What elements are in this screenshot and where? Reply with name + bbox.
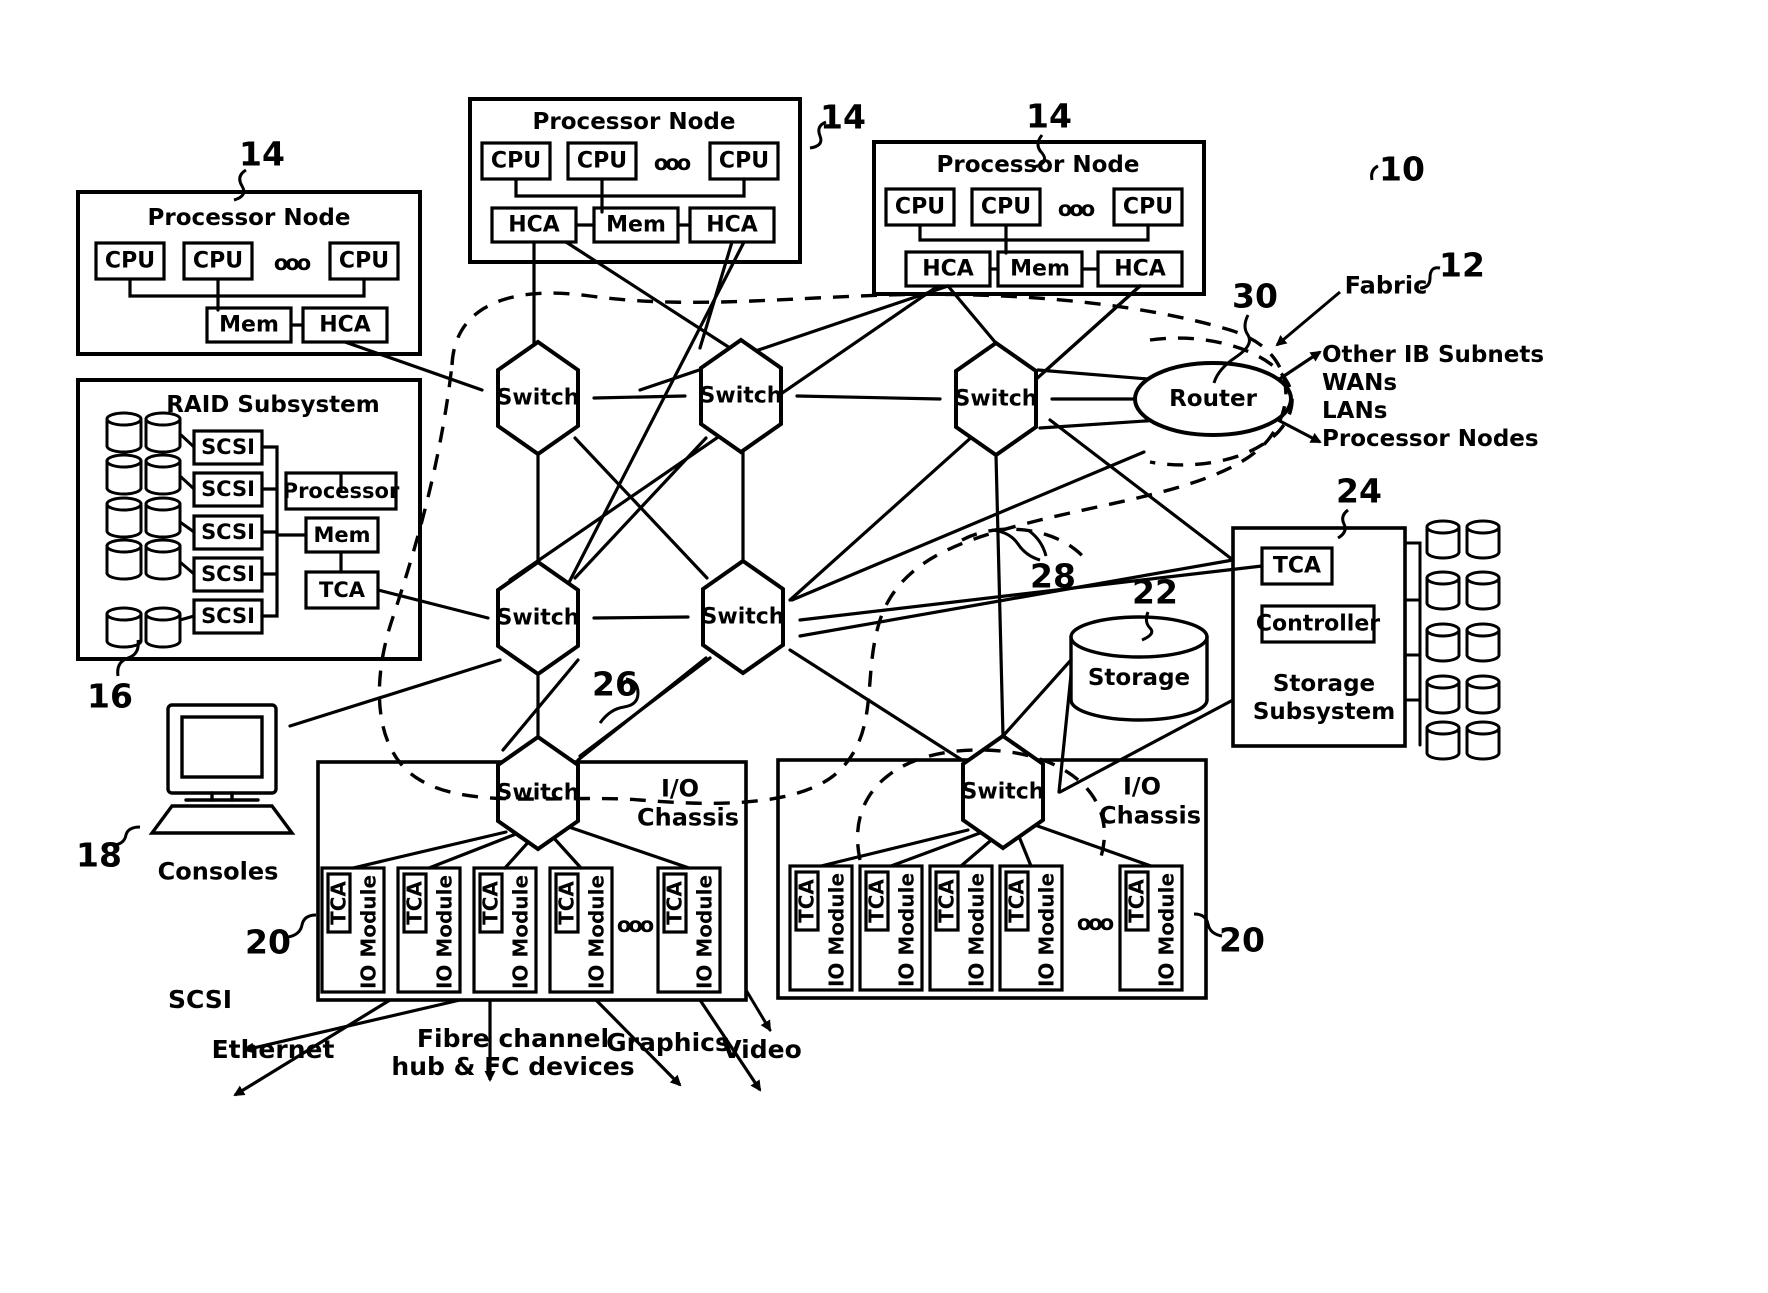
ref-numeral-16: 16 bbox=[87, 676, 133, 716]
ellipsis-icon: ooo bbox=[653, 150, 691, 175]
ref-numeral-24: 24 bbox=[1336, 471, 1382, 511]
scsi-label: SCSI bbox=[201, 519, 255, 544]
io-output-scsi: SCSI bbox=[167, 984, 233, 1014]
ellipsis-icon: ooo bbox=[1057, 196, 1095, 221]
io-module-label: IO Module bbox=[508, 874, 533, 990]
mem-label: Mem bbox=[219, 312, 279, 338]
cpu-label: CPU bbox=[1122, 194, 1174, 220]
ellipsis-icon: ooo bbox=[1076, 910, 1114, 935]
tca-label: TCA bbox=[1004, 879, 1029, 923]
storage-tca-label: TCA bbox=[1272, 553, 1322, 579]
io-chassis-label-line2: Chassis bbox=[637, 803, 739, 832]
tca-label: TCA bbox=[794, 879, 819, 923]
io-module-label: IO Module bbox=[432, 874, 457, 990]
scsi-label: SCSI bbox=[201, 434, 255, 459]
io-chassis-label-line1: I/O bbox=[1122, 772, 1162, 801]
ref-numeral-20-left: 20 bbox=[245, 922, 291, 962]
scsi-label: SCSI bbox=[201, 561, 255, 586]
switch-label[interactable]: Switch bbox=[700, 384, 783, 407]
diagram-geometry bbox=[76, 97, 1501, 1097]
io-module-label: IO Module bbox=[356, 874, 381, 990]
io-output-fibre-channel-detail: hub & FC devices bbox=[391, 1051, 635, 1081]
patent-figure: 10 12 14 14 14 16 18 20 20 22 24 26 28 3… bbox=[0, 0, 1768, 1293]
tca-label: TCA bbox=[554, 881, 579, 925]
hca-label: HCA bbox=[922, 256, 974, 282]
ellipsis-icon: ooo bbox=[616, 912, 654, 937]
scsi-label: SCSI bbox=[201, 476, 255, 501]
hca-label: HCA bbox=[319, 312, 371, 338]
io-module-label: IO Module bbox=[964, 872, 989, 988]
raid-mem-label: Mem bbox=[313, 522, 371, 547]
cpu-label: CPU bbox=[192, 248, 244, 274]
io-chassis-label-line2: Chassis bbox=[1099, 801, 1201, 830]
cpu-label: CPU bbox=[338, 248, 390, 274]
ref-numeral-14-right: 14 bbox=[1026, 96, 1072, 136]
fabric-label: Fabric bbox=[1344, 271, 1428, 300]
cpu-label: CPU bbox=[490, 148, 542, 174]
external-link-lans: LANs bbox=[1322, 397, 1388, 424]
hca-label: HCA bbox=[508, 212, 560, 238]
processor-node-title: Processor Node bbox=[532, 108, 736, 135]
storage-subsystem-title-line2: Subsystem bbox=[1252, 698, 1396, 725]
switch-label[interactable]: Switch bbox=[497, 386, 580, 409]
io-output-video: Video bbox=[722, 1034, 802, 1064]
ref-numeral-18: 18 bbox=[76, 835, 122, 875]
tca-label: TCA bbox=[1124, 879, 1149, 923]
cpu-label: CPU bbox=[894, 194, 946, 220]
tca-label: TCA bbox=[326, 881, 351, 925]
io-module-label: IO Module bbox=[584, 874, 609, 990]
router-label[interactable]: Router bbox=[1169, 387, 1257, 411]
external-link-other-ib-subnets: Other IB Subnets bbox=[1322, 341, 1545, 368]
processor-node-title: Processor Node bbox=[147, 204, 351, 231]
ref-numeral-30: 30 bbox=[1232, 276, 1278, 316]
mem-label: Mem bbox=[1010, 256, 1070, 282]
switch-label[interactable]: Switch bbox=[497, 781, 580, 804]
ref-numeral-22: 22 bbox=[1132, 572, 1178, 612]
io-output-graphics: Graphics bbox=[606, 1027, 730, 1057]
switch-label[interactable]: Switch bbox=[702, 605, 785, 628]
hca-label: HCA bbox=[706, 212, 758, 238]
io-module-label: IO Module bbox=[692, 874, 717, 990]
ellipsis-icon: ooo bbox=[273, 250, 311, 275]
tca-label: TCA bbox=[934, 879, 959, 923]
ref-numeral-12: 12 bbox=[1439, 245, 1485, 285]
tca-label: TCA bbox=[402, 881, 427, 925]
io-chassis-label-line1: I/O bbox=[660, 774, 700, 803]
external-link-processor-nodes: Processor Nodes bbox=[1322, 425, 1539, 452]
switch-label[interactable]: Switch bbox=[955, 387, 1038, 410]
tca-label: TCA bbox=[662, 881, 687, 925]
processor-node-title: Processor Node bbox=[936, 151, 1140, 178]
switch-label[interactable]: Switch bbox=[962, 780, 1045, 803]
mem-label: Mem bbox=[606, 212, 666, 238]
consoles-label: Consoles bbox=[157, 857, 279, 886]
cpu-label: CPU bbox=[980, 194, 1032, 220]
cpu-label: CPU bbox=[104, 248, 156, 274]
hca-label: HCA bbox=[1114, 256, 1166, 282]
storage-controller-label: Controller bbox=[1255, 611, 1381, 637]
io-module-label: IO Module bbox=[1154, 872, 1179, 988]
raid-subsystem-title: RAID Subsystem bbox=[166, 391, 380, 418]
ref-numeral-14-left: 14 bbox=[239, 134, 285, 174]
ref-numeral-26: 26 bbox=[592, 664, 638, 704]
storage-label: Storage bbox=[1087, 664, 1191, 691]
scsi-label: SCSI bbox=[201, 603, 255, 628]
io-module-label: IO Module bbox=[1034, 872, 1059, 988]
io-output-fibre-channel: Fibre channel bbox=[416, 1023, 610, 1053]
raid-processor-label: Processor bbox=[282, 478, 400, 503]
tca-label: TCA bbox=[478, 881, 503, 925]
ref-numeral-14-center: 14 bbox=[820, 97, 866, 137]
ref-numeral-10: 10 bbox=[1379, 149, 1425, 189]
io-module-label: IO Module bbox=[894, 872, 919, 988]
cpu-label: CPU bbox=[576, 148, 628, 174]
external-link-wans: WANs bbox=[1322, 369, 1398, 396]
io-output-ethernet: Ethernet bbox=[211, 1034, 335, 1064]
raid-tca-label: TCA bbox=[319, 577, 365, 602]
cpu-label: CPU bbox=[718, 148, 770, 174]
storage-subsystem-title-line1: Storage bbox=[1272, 670, 1376, 697]
tca-label: TCA bbox=[864, 879, 889, 923]
ref-numeral-20-right: 20 bbox=[1219, 920, 1265, 960]
ref-numeral-28: 28 bbox=[1030, 556, 1076, 596]
io-module-label: IO Module bbox=[824, 872, 849, 988]
switch-label[interactable]: Switch bbox=[497, 606, 580, 629]
